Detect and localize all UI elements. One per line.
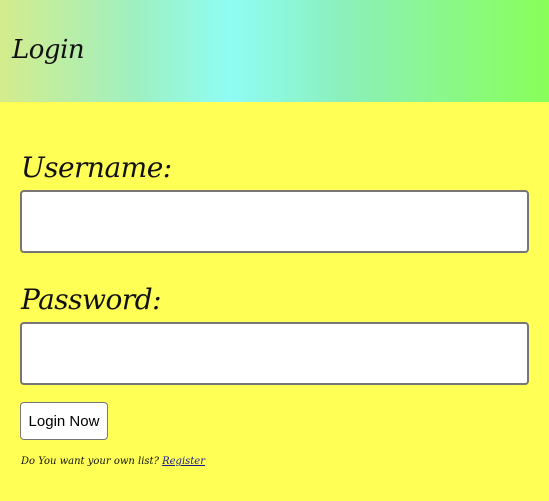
register-prompt-text: Do You want your own list? [21,456,163,467]
password-input[interactable] [20,322,529,385]
register-prompt: Do You want your own list? Register [21,454,205,470]
username-input[interactable] [20,190,529,253]
register-link[interactable]: Register [162,456,205,467]
login-button[interactable]: Login Now [20,402,108,440]
page-title: Login [12,35,85,65]
username-label: Username: [21,151,172,184]
page-header: Login [0,0,549,102]
password-label: Password: [21,283,162,316]
